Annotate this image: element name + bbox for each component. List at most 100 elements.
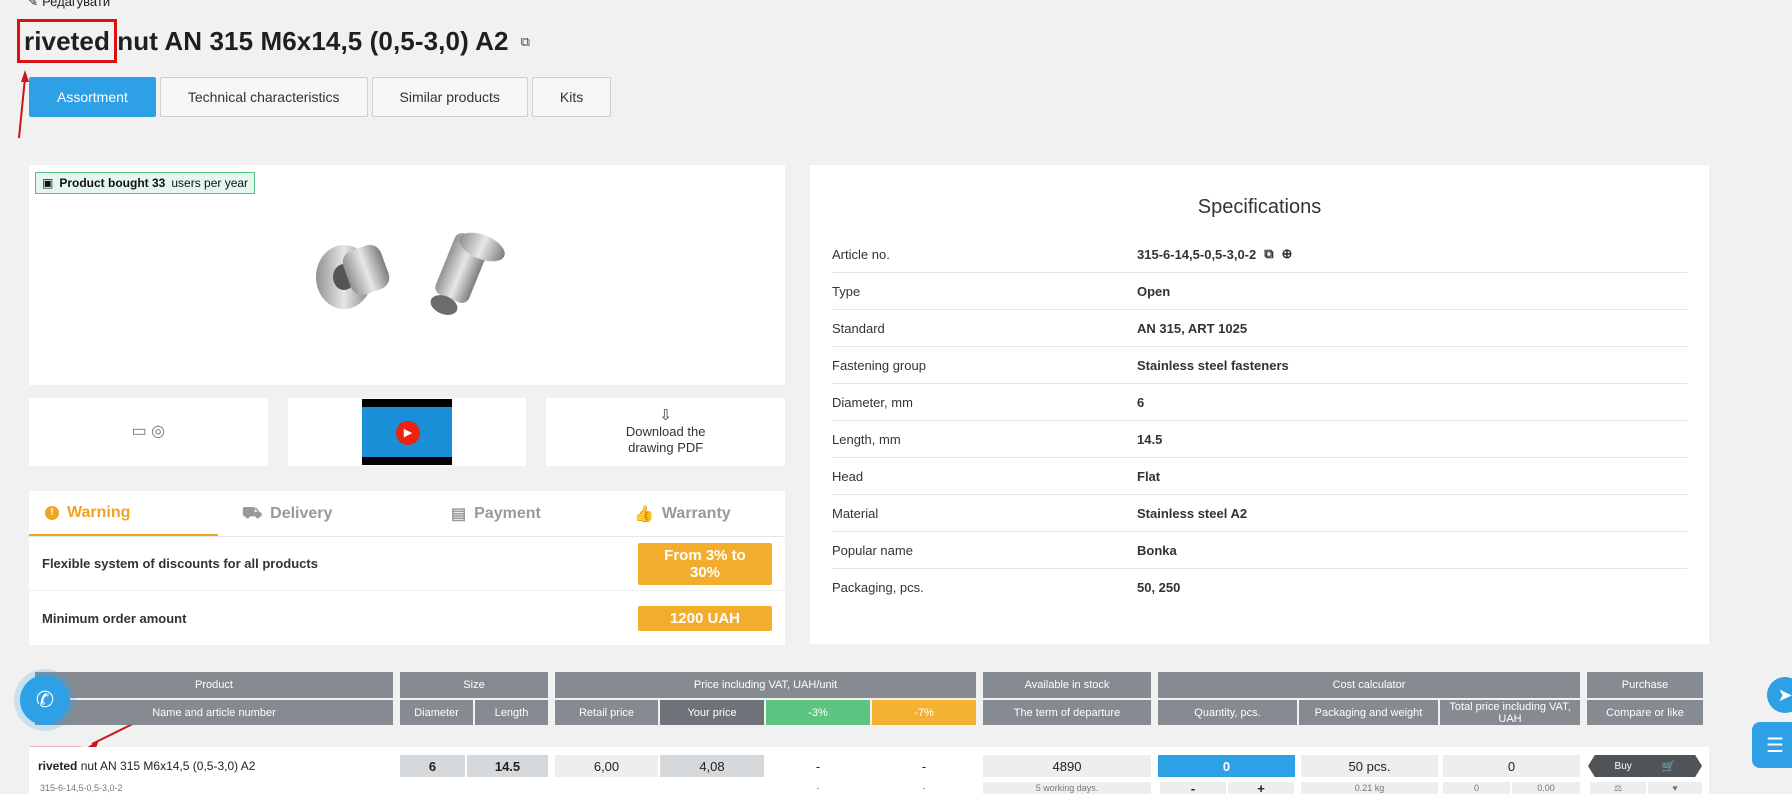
play-icon[interactable]: ▶ bbox=[396, 421, 420, 445]
cell-discount-3: - bbox=[815, 758, 821, 774]
chat-button[interactable]: ☰ bbox=[1752, 722, 1792, 768]
product-image-panel: ▣ Product bought 33 users per year bbox=[29, 165, 785, 385]
th-stock: Available in stock bbox=[983, 672, 1151, 698]
quantity-increment[interactable]: + bbox=[1228, 781, 1294, 794]
th-discount-3: -3% bbox=[766, 700, 870, 725]
tab-payment-label: Payment bbox=[474, 504, 541, 522]
info-box: ! Warning ⛟ Delivery ▤ Payment 👍 Warrant… bbox=[29, 491, 785, 645]
spec-key: Packaging, pcs. bbox=[832, 580, 924, 595]
th-total: Total price including VAT, UAH bbox=[1440, 700, 1580, 725]
spec-value: Open bbox=[1137, 283, 1171, 299]
cell-discount-3-b: - bbox=[816, 783, 820, 793]
add-icon[interactable]: ⊕ bbox=[1282, 246, 1293, 262]
th-compare: Compare or like bbox=[1587, 700, 1703, 725]
thumbs-up-icon: 👍 bbox=[634, 505, 654, 523]
tab-delivery-label: Delivery bbox=[270, 504, 333, 522]
spec-key: Length, mm bbox=[832, 431, 901, 447]
info-row-discount: Flexible system of discounts for all pro… bbox=[29, 537, 785, 591]
tab-technical-characteristics[interactable]: Technical characteristics bbox=[159, 77, 368, 117]
product-tabs: Assortment Technical characteristics Sim… bbox=[29, 77, 612, 117]
cell-your-price: 4,08 bbox=[660, 755, 764, 777]
compare-icon[interactable]: ⚖ bbox=[1590, 782, 1646, 794]
spec-row: Material Stainless steel A2 bbox=[832, 495, 1687, 532]
th-packaging: Packaging and weight bbox=[1299, 700, 1438, 725]
info-row-min-order: Minimum order amount 1200 UAH bbox=[29, 591, 785, 645]
title-rest: nut AN 315 M6x14,5 (0,5-3,0) A2 bbox=[117, 26, 509, 56]
spec-value: 50, 250 bbox=[1137, 580, 1181, 595]
copy-icon[interactable]: ⧉ bbox=[1264, 246, 1273, 262]
download-drawing-pdf[interactable]: ⇩ Download the drawing PDF bbox=[546, 398, 786, 466]
thumb-video[interactable]: ▶ bbox=[287, 398, 527, 466]
cell-term: 5 working days. bbox=[983, 782, 1151, 794]
video-preview[interactable]: ▶ bbox=[362, 399, 452, 465]
cell-total-b1: 0 bbox=[1443, 782, 1510, 794]
spec-row: Standard AN 315, ART 1025 bbox=[832, 310, 1687, 347]
telegram-button[interactable]: ➤ bbox=[1767, 677, 1792, 713]
specifications-panel: Specifications Article no. 315-6-14,5-0,… bbox=[810, 165, 1709, 644]
min-order-value: 1200 UAH bbox=[638, 605, 772, 631]
cell-stock: 4890 bbox=[983, 755, 1151, 777]
spec-row: Head Flat bbox=[832, 458, 1687, 495]
tab-warranty-label: Warranty bbox=[661, 504, 731, 522]
spec-value: Flat bbox=[1137, 468, 1161, 484]
spec-row: Packaging, pcs. 50, 250 bbox=[832, 569, 1687, 606]
media-thumbnails: ▭ ◎ ▶ ⇩ Download the drawing PDF bbox=[29, 398, 786, 466]
spec-key: Standard bbox=[832, 320, 885, 336]
spec-value: 6 bbox=[1137, 394, 1145, 410]
spec-row: Length, mm 14.5 bbox=[832, 421, 1687, 458]
cell-discount-7: - bbox=[921, 758, 927, 774]
chat-icon: ☰ bbox=[1766, 734, 1784, 757]
spec-key: Diameter, mm bbox=[832, 394, 913, 410]
tab-kits[interactable]: Kits bbox=[531, 77, 612, 117]
bought-bold: Product bought 33 bbox=[59, 176, 166, 190]
quantity-decrement[interactable]: - bbox=[1160, 781, 1226, 794]
th-retail-price: Retail price bbox=[555, 700, 658, 725]
spec-value: Stainless steel A2 bbox=[1137, 505, 1248, 521]
spec-row: Article no. 315-6-14,5-0,5-3,0-2 ⧉ ⊕ bbox=[832, 236, 1687, 273]
tab-assortment[interactable]: Assortment bbox=[29, 77, 156, 117]
like-icon[interactable]: ♥ bbox=[1648, 782, 1702, 794]
th-discount-7: -7% bbox=[872, 700, 976, 725]
th-your-price: Your price bbox=[660, 700, 764, 725]
th-quantity: Quantity, pcs. bbox=[1158, 700, 1297, 725]
spec-key: Article no. bbox=[832, 246, 890, 262]
th-product: Product bbox=[35, 672, 393, 698]
th-name-article: Name and article number bbox=[35, 700, 393, 725]
buy-button[interactable]: Buy 🛒 bbox=[1588, 755, 1702, 777]
cell-diameter: 6 bbox=[400, 755, 465, 777]
discount-label: Flexible system of discounts for all pro… bbox=[42, 556, 318, 571]
drawing-icon: ▭ ◎ bbox=[131, 423, 166, 440]
tab-delivery[interactable]: ⛟ Delivery bbox=[218, 491, 407, 536]
cell-retail: 6,00 bbox=[555, 755, 658, 777]
download-label-2: drawing PDF bbox=[628, 440, 704, 455]
tab-warning[interactable]: ! Warning bbox=[29, 491, 218, 536]
stats-icon: ▣ bbox=[42, 176, 54, 190]
edit-link[interactable]: ✎ Редагувати bbox=[28, 0, 110, 9]
copy-icon[interactable]: ⧉ bbox=[521, 34, 530, 50]
cell-packaging[interactable]: 50 pcs. bbox=[1301, 755, 1438, 777]
tab-warranty[interactable]: 👍 Warranty bbox=[596, 491, 785, 536]
spec-key: Fastening group bbox=[832, 357, 926, 373]
cell-length: 14.5 bbox=[467, 755, 548, 777]
tab-warning-label: Warning bbox=[67, 503, 131, 521]
quantity-input[interactable]: 0 bbox=[1158, 755, 1295, 777]
th-calculator: Cost calculator bbox=[1158, 672, 1580, 698]
title-highlight: riveted bbox=[17, 19, 117, 63]
tab-similar-products[interactable]: Similar products bbox=[371, 77, 528, 117]
tab-payment[interactable]: ▤ Payment bbox=[407, 491, 596, 536]
spec-key: Material bbox=[832, 505, 879, 521]
bought-badge: ▣ Product bought 33 users per year bbox=[35, 172, 256, 194]
thumb-drawing[interactable]: ▭ ◎ bbox=[29, 398, 268, 466]
rivet-nut-image bbox=[316, 232, 505, 315]
download-icon: ⇩ bbox=[659, 407, 672, 424]
cell-total-b2: 0.00 bbox=[1512, 782, 1580, 794]
phone-icon: ✆ bbox=[35, 687, 55, 712]
spec-value: 315-6-14,5-0,5-3,0-2 bbox=[1137, 246, 1257, 262]
product-name[interactable]: riveted nut AN 315 M6x14,5 (0,5-3,0) A2 bbox=[38, 755, 255, 777]
payment-icon: ▤ bbox=[451, 505, 467, 523]
spec-key: Popular name bbox=[832, 542, 913, 558]
phone-call-button[interactable]: ✆ bbox=[20, 675, 70, 725]
cell-total: 0 bbox=[1443, 755, 1580, 777]
specifications-title: Specifications bbox=[1197, 196, 1322, 218]
spec-value: 14.5 bbox=[1137, 431, 1163, 447]
